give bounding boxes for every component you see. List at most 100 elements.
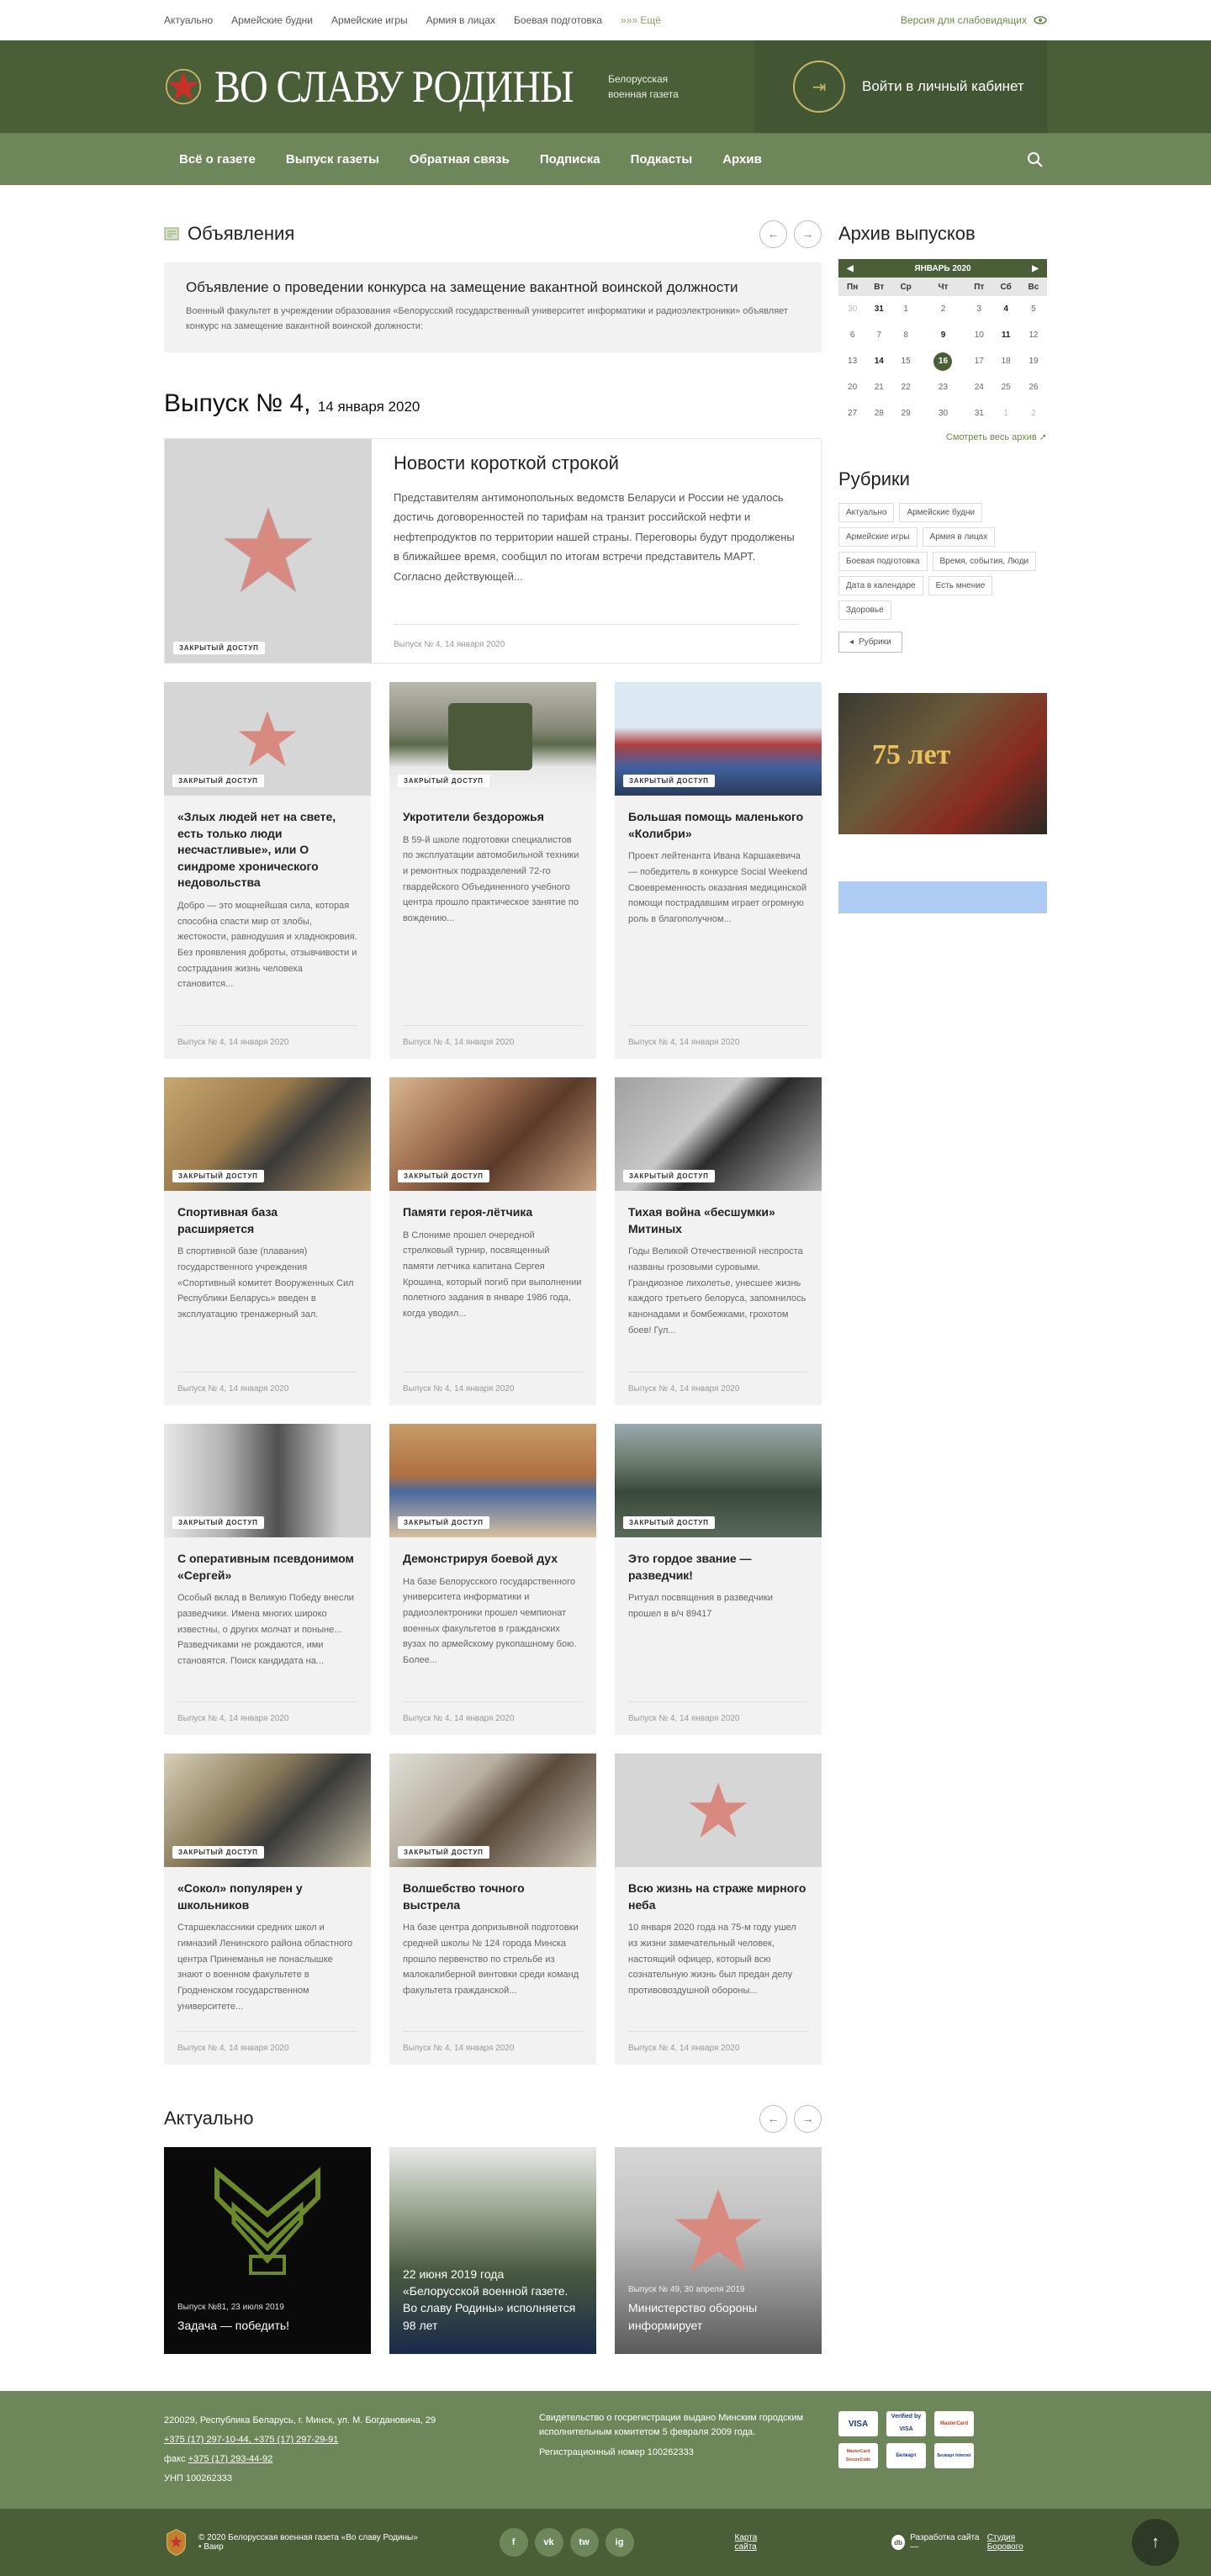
scroll-to-top-icon[interactable]: ↑ bbox=[1132, 2519, 1179, 2566]
rubric-tag[interactable]: Армейские будни bbox=[899, 503, 983, 522]
calendar-day[interactable]: 11 bbox=[992, 322, 1019, 348]
announcement-item[interactable]: Объявление о проведении конкурса на заме… bbox=[164, 262, 822, 352]
rubric-tag[interactable]: Актуально bbox=[838, 503, 895, 522]
feature-title: Новости короткой строкой bbox=[394, 452, 619, 473]
calendar-month: ЯНВАРЬ 2020 bbox=[914, 263, 971, 273]
article-title: Волшебство точного выстрела bbox=[403, 1881, 525, 1912]
article-text: В 59-й школе подготовки специалистов по … bbox=[403, 834, 579, 924]
rubric-tag[interactable]: Время, события, Люди bbox=[932, 552, 1037, 571]
dev-link[interactable]: Студия Борового bbox=[987, 2533, 1047, 2552]
article-card[interactable]: ЗАКРЫТЫЙ ДОСТУП С оперативным псевдонимо… bbox=[164, 1424, 371, 1735]
site-logo[interactable]: ВО СЛАВУ РОДИНЫ Белорусская военная газе… bbox=[164, 40, 679, 133]
top-link-budni[interactable]: Армейские будни bbox=[231, 14, 313, 26]
see-all-archive-link[interactable]: Смотреть весь архив ➚ bbox=[838, 431, 1047, 442]
article-image: ЗАКРЫТЫЙ ДОСТУП bbox=[389, 1424, 596, 1537]
nav-issue[interactable]: Выпуск газеты bbox=[271, 152, 394, 167]
rubric-tag[interactable]: Дата в календаре bbox=[838, 576, 923, 595]
instagram-icon[interactable]: ig bbox=[605, 2528, 634, 2557]
actual-card[interactable]: Выпуск № 49, 30 апреля 2019 Министерство… bbox=[615, 2147, 822, 2354]
article-card[interactable]: Всю жизнь на страже мирного неба 10 янва… bbox=[615, 1753, 822, 2065]
vision-mode-link[interactable]: Версия для слабовидящих bbox=[901, 14, 1047, 26]
red-star-placeholder-icon bbox=[223, 506, 314, 593]
article-card[interactable]: ЗАКРЫТЫЙ ДОСТУП «Сокол» популярен у школ… bbox=[164, 1753, 371, 2065]
calendar-day[interactable]: 14 bbox=[866, 348, 891, 374]
twitter-icon[interactable]: tw bbox=[569, 2528, 599, 2557]
top-link-more[interactable]: »»» Ещё bbox=[621, 14, 661, 26]
article-image: ЗАКРЫТЫЙ ДОСТУП bbox=[164, 682, 371, 796]
article-title: Большая помощь маленького «Колибри» bbox=[628, 810, 804, 840]
calendar-prev-icon[interactable]: ◀ bbox=[847, 264, 854, 273]
calendar-day[interactable]: 9 bbox=[920, 322, 966, 348]
arrow-left-icon[interactable]: ← bbox=[759, 2104, 787, 2133]
rubric-tag[interactable]: Есть мнение bbox=[928, 576, 993, 595]
article-card[interactable]: ЗАКРЫТЫЙ ДОСТУП Укротители бездорожья В … bbox=[389, 682, 596, 1059]
nav-archive[interactable]: Архив bbox=[707, 152, 777, 167]
login-cabinet-button[interactable]: ⇥ Войти в личный кабинет bbox=[754, 40, 1047, 133]
calendar-day: 27 bbox=[848, 409, 858, 418]
rubrics-button[interactable]: ◂ Рубрики bbox=[838, 632, 902, 653]
articles-row-1: ЗАКРЫТЫЙ ДОСТУП «Злых людей нет на свете… bbox=[164, 682, 822, 1059]
article-text: Добро — это мощнейшая сила, которая спос… bbox=[177, 900, 357, 990]
arrow-right-icon[interactable]: → bbox=[794, 2104, 822, 2133]
nav-subscribe[interactable]: Подписка bbox=[525, 152, 616, 167]
article-card[interactable]: ЗАКРЫТЫЙ ДОСТУП Тихая война «бесшумки» М… bbox=[615, 1077, 822, 1405]
article-meta: Выпуск № 4, 14 января 2020 bbox=[403, 2031, 583, 2065]
brand-subtitle-line-2: военная газета bbox=[608, 88, 679, 100]
arrow-left-icon[interactable]: ← bbox=[759, 220, 787, 248]
article-body: С оперативным псевдонимом «Сергей» Особы… bbox=[164, 1537, 371, 1701]
closed-access-badge: ЗАКРЫТЫЙ ДОСТУП bbox=[398, 1170, 489, 1182]
weekday: Ср bbox=[891, 278, 920, 296]
article-title: «Злых людей нет на свете, есть только лю… bbox=[177, 810, 336, 890]
vision-mode-label: Версия для слабовидящих bbox=[900, 14, 1027, 26]
feature-body: Новости короткой строкой Представителям … bbox=[372, 439, 821, 663]
top-link-aktualno[interactable]: Актуально bbox=[164, 14, 213, 26]
calendar-day[interactable]: 31 bbox=[866, 296, 891, 322]
calendar-next-icon[interactable]: ▶ bbox=[1032, 264, 1039, 273]
social-links: f vk tw ig bbox=[499, 2528, 634, 2557]
feature-article[interactable]: ЗАКРЫТЫЙ ДОСТУП Новости короткой строкой… bbox=[164, 438, 822, 664]
top-link-podgotovka[interactable]: Боевая подготовка bbox=[514, 14, 602, 26]
rubric-tag[interactable]: Армия в лицах bbox=[922, 527, 996, 547]
victory-75-banner[interactable]: 75 лет bbox=[838, 693, 1047, 834]
search-icon[interactable] bbox=[1027, 151, 1044, 168]
rubric-tag[interactable]: Боевая подготовка bbox=[838, 552, 928, 571]
article-text: Годы Великой Отечественной неспроста наз… bbox=[628, 1246, 806, 1336]
facebook-icon[interactable]: f bbox=[499, 2528, 528, 2557]
rubric-tag[interactable]: Здоровье bbox=[838, 600, 891, 620]
article-text: 10 января 2020 года на 75-м году ушел из… bbox=[628, 1923, 796, 1996]
nav-feedback[interactable]: Обратная связь bbox=[394, 152, 525, 167]
nav-about[interactable]: Всё о газете bbox=[164, 152, 271, 167]
article-card[interactable]: ЗАКРЫТЫЙ ДОСТУП Это гордое звание — разв… bbox=[615, 1424, 822, 1735]
calendar-day[interactable]: 4 bbox=[992, 296, 1019, 322]
article-card[interactable]: ЗАКРЫТЫЙ ДОСТУП Памяти героя-лётчика В С… bbox=[389, 1077, 596, 1405]
article-card[interactable]: ЗАКРЫТЫЙ ДОСТУП «Злых людей нет на свете… bbox=[164, 682, 371, 1059]
red-star-placeholder-icon bbox=[674, 2188, 762, 2272]
article-card[interactable]: ЗАКРЫТЫЙ ДОСТУП Спортивная база расширяе… bbox=[164, 1077, 371, 1405]
arrow-right-icon[interactable]: → bbox=[794, 220, 822, 248]
sitemap-link[interactable]: Карта сайта bbox=[735, 2533, 777, 2552]
top-link-litsa[interactable]: Армия в лицах bbox=[426, 14, 495, 26]
actual-card[interactable]: 22 июня 2019 года «Белорусской военной г… bbox=[389, 2147, 596, 2354]
article-card[interactable]: ЗАКРЫТЫЙ ДОСТУП Демонстрируя боевой дух … bbox=[389, 1424, 596, 1735]
footer-phones[interactable]: +375 (17) 297-10-44, +375 (17) 297-29-91 bbox=[164, 2435, 338, 2445]
footer-contacts: 220029, Республика Беларусь, г. Минск, у… bbox=[164, 2411, 539, 2489]
article-image: ЗАКРЫТЫЙ ДОСТУП bbox=[164, 1424, 371, 1537]
calendar-day: 26 bbox=[1029, 383, 1039, 392]
nav-podcasts[interactable]: Подкасты bbox=[616, 152, 708, 167]
actual-caption: Выпуск №81, 23 июля 2019 Задача — победи… bbox=[177, 2303, 357, 2334]
main-layout: Объявления ← → Объявление о проведении к… bbox=[0, 217, 1211, 2354]
top-link-igry[interactable]: Армейские игры bbox=[331, 14, 408, 26]
article-card[interactable]: ЗАКРЫТЫЙ ДОСТУП Большая помощь маленьког… bbox=[615, 682, 822, 1059]
footer-fax-number[interactable]: +375 (17) 293-44-92 bbox=[188, 2454, 273, 2464]
issue-heading: Выпуск № 4, 14 января 2020 bbox=[164, 389, 822, 418]
actual-card[interactable]: Выпуск №81, 23 июля 2019 Задача — победи… bbox=[164, 2147, 371, 2354]
calendar-day-today[interactable]: 16 bbox=[920, 348, 966, 374]
article-title: «Сокол» популярен у школьников bbox=[177, 1881, 303, 1912]
article-body: «Злых людей нет на свете, есть только лю… bbox=[164, 796, 371, 1025]
vk-icon[interactable]: vk bbox=[534, 2528, 563, 2557]
article-card[interactable]: ЗАКРЫТЫЙ ДОСТУП Волшебство точного выстр… bbox=[389, 1753, 596, 2065]
ad-placeholder[interactable] bbox=[838, 881, 1047, 913]
calendar-day: 3 bbox=[976, 304, 982, 314]
rubric-tag[interactable]: Армейские игры bbox=[838, 527, 918, 547]
actual-meta: Выпуск №81, 23 июля 2019 bbox=[177, 2302, 284, 2312]
